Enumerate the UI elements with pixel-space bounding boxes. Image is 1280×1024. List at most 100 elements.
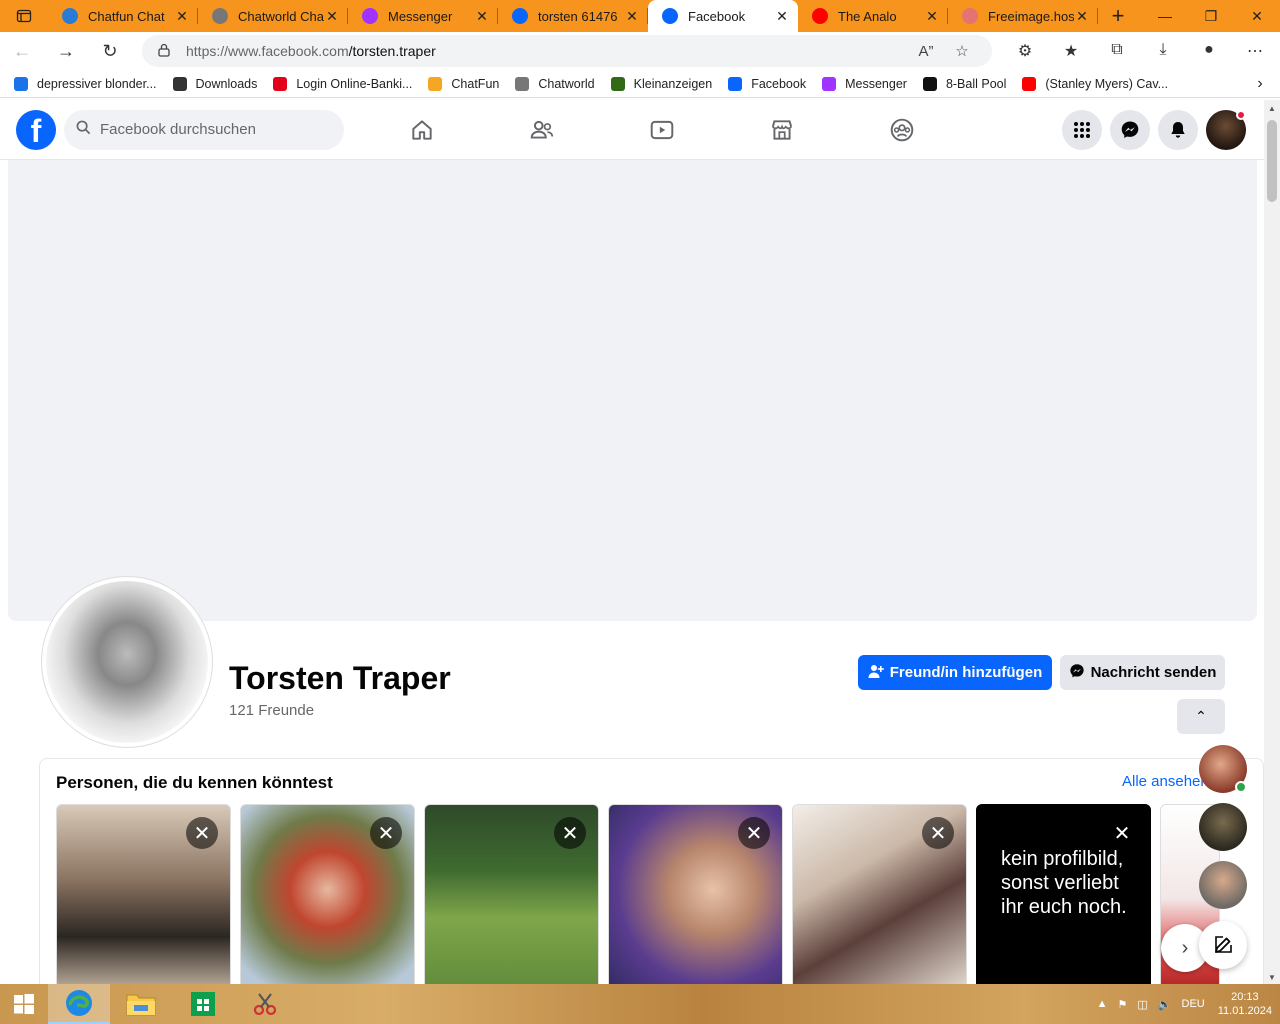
suggestion-card[interactable]: ✕ (56, 804, 231, 984)
forward-button[interactable]: → (44, 32, 88, 70)
action-center-flag-icon[interactable]: ⚑ (1118, 998, 1128, 1011)
browser-tab[interactable]: Chatfun Chat ✕ (48, 0, 198, 32)
bookmark-item[interactable]: (Stanley Myers) Cav... (1022, 76, 1168, 91)
downloads-icon[interactable]: ⤓ (1140, 41, 1186, 61)
favorites-icon[interactable]: ★ (1048, 41, 1094, 61)
messenger-button[interactable] (1110, 109, 1150, 150)
dismiss-suggestion-icon[interactable]: ✕ (738, 817, 770, 849)
bookmark-item[interactable]: Facebook (728, 76, 806, 91)
new-tab-button[interactable]: + (1098, 3, 1138, 29)
tab-actions-button[interactable] (0, 0, 48, 32)
volume-icon[interactable]: 🔈 (1158, 998, 1172, 1011)
messenger-icon (1069, 663, 1085, 682)
more-menu-icon[interactable]: ⋯ (1232, 41, 1278, 61)
close-tab-icon[interactable]: ✕ (324, 8, 340, 25)
scrollbar-thumb[interactable] (1267, 120, 1277, 202)
facebook-logo[interactable]: f (16, 109, 56, 150)
browser-tab[interactable]: Messenger ✕ (348, 0, 498, 32)
bookmark-item[interactable]: 8-Ball Pool (922, 76, 1006, 91)
taskbar-file-explorer[interactable] (110, 984, 172, 1024)
scroll-up-arrow-icon[interactable]: ▲ (1264, 104, 1280, 113)
new-message-button[interactable] (1199, 921, 1247, 969)
nav-home[interactable] (362, 102, 482, 158)
suggestion-card[interactable]: ✕ (424, 804, 599, 984)
close-tab-icon[interactable]: ✕ (174, 8, 190, 25)
suggestion-card[interactable]: ✕ (608, 804, 783, 984)
nav-video[interactable] (602, 102, 722, 158)
profile-name: Torsten Traper (229, 660, 451, 696)
bookmark-label: ChatFun (451, 76, 500, 91)
page-scrollbar[interactable]: ▲ ▼ (1264, 100, 1280, 984)
minimize-icon[interactable]: — (1142, 0, 1188, 32)
bookmark-label: Messenger (845, 76, 907, 91)
close-tab-icon[interactable]: ✕ (1074, 8, 1090, 25)
start-button[interactable] (0, 984, 48, 1024)
taskbar-store[interactable] (172, 984, 234, 1024)
browser-tab[interactable]: Freeimage.host ✕ (948, 0, 1098, 32)
url-field[interactable]: https://www.facebook.com/torsten.traper … (142, 35, 992, 67)
network-icon[interactable]: ◫ (1137, 998, 1147, 1011)
chat-head-contact[interactable] (1199, 803, 1247, 851)
chat-head-contact[interactable] (1199, 745, 1247, 793)
nav-groups[interactable] (842, 102, 962, 158)
bookmark-item[interactable]: Downloads (172, 76, 257, 91)
back-button[interactable]: ← (0, 32, 44, 70)
suggestion-card[interactable]: ✕ (792, 804, 967, 984)
suggestion-card[interactable]: ✕ (240, 804, 415, 984)
dismiss-suggestion-icon[interactable]: ✕ (554, 817, 586, 849)
scroll-down-arrow-icon[interactable]: ▼ (1264, 973, 1280, 982)
grid-menu-icon (1074, 121, 1090, 138)
browser-tab[interactable]: Facebook ✕ (648, 0, 798, 32)
dismiss-suggestion-icon[interactable]: ✕ (922, 817, 954, 849)
add-friend-button[interactable]: Freund/in hinzufügen (858, 655, 1052, 690)
bookmark-item[interactable]: Messenger (822, 76, 907, 91)
bookmark-item[interactable]: Kleinanzeigen (610, 76, 712, 91)
bookmark-item[interactable]: Login Online-Banki... (273, 76, 412, 91)
profile-icon[interactable]: ● (1186, 41, 1232, 61)
close-tab-icon[interactable]: ✕ (624, 8, 640, 25)
close-tab-icon[interactable]: ✕ (924, 8, 940, 25)
tray-overflow-icon[interactable]: ▲ (1097, 998, 1108, 1010)
nav-friends[interactable] (482, 102, 602, 158)
browser-tab[interactable]: The Analo ✕ (798, 0, 948, 32)
dismiss-suggestion-icon[interactable]: ✕ (186, 817, 218, 849)
bookmark-item[interactable]: Chatworld (515, 76, 595, 91)
search-icon (76, 120, 100, 139)
download-icon (172, 76, 187, 91)
collapse-suggestions-button[interactable]: ⌃ (1177, 699, 1225, 734)
close-tab-icon[interactable]: ✕ (474, 8, 490, 25)
browser-tab[interactable]: Chatworld Chat ✕ (198, 0, 348, 32)
collections-icon[interactable]: ⧉ (1094, 41, 1140, 61)
input-language[interactable]: DEU (1182, 998, 1205, 1010)
bookmarks-more-chevron-icon[interactable]: › (1240, 75, 1280, 93)
profile-picture[interactable] (42, 577, 212, 747)
see-all-link[interactable]: Alle ansehen (1122, 773, 1209, 790)
dismiss-suggestion-icon[interactable]: ✕ (370, 817, 402, 849)
close-tab-icon[interactable]: ✕ (774, 8, 790, 25)
facebook-search-input[interactable]: Facebook durchsuchen (64, 109, 344, 150)
taskbar-snipping-tool[interactable] (234, 984, 296, 1024)
send-message-button[interactable]: Nachricht senden (1060, 655, 1225, 690)
bookmark-label: Chatworld (538, 76, 595, 91)
restore-icon[interactable]: ❐ (1188, 0, 1234, 32)
clock[interactable]: 20:13 11.01.2024 (1218, 990, 1272, 1018)
extensions-icon[interactable]: ⚙ (1002, 41, 1048, 61)
browser-tab[interactable]: torsten 61476 ✕ (498, 0, 648, 32)
facebook-icon (728, 76, 743, 91)
chat-head-contact[interactable] (1199, 861, 1247, 909)
read-aloud-icon[interactable]: A” (908, 43, 944, 60)
reload-button[interactable]: ↻ (88, 32, 132, 70)
notifications-button[interactable] (1158, 109, 1198, 150)
dismiss-suggestion-icon[interactable]: ✕ (1106, 817, 1138, 849)
suggestion-card[interactable]: ✕ kein profilbild, sonst verliebt ihr euc… (976, 804, 1151, 984)
facebook-top-bar: f Facebook durchsuchen (0, 100, 1264, 160)
friends-count[interactable]: 121 Freunde (229, 702, 314, 719)
favorite-star-icon[interactable]: ☆ (944, 42, 980, 60)
bookmark-item[interactable]: depressiver blonder... (14, 76, 157, 91)
account-avatar[interactable] (1206, 109, 1246, 150)
close-window-icon[interactable]: ✕ (1234, 0, 1280, 32)
nav-marketplace[interactable] (722, 102, 842, 158)
bookmark-item[interactable]: ChatFun (428, 76, 500, 91)
taskbar-edge[interactable] (48, 984, 110, 1024)
menu-grid-button[interactable] (1062, 109, 1102, 150)
